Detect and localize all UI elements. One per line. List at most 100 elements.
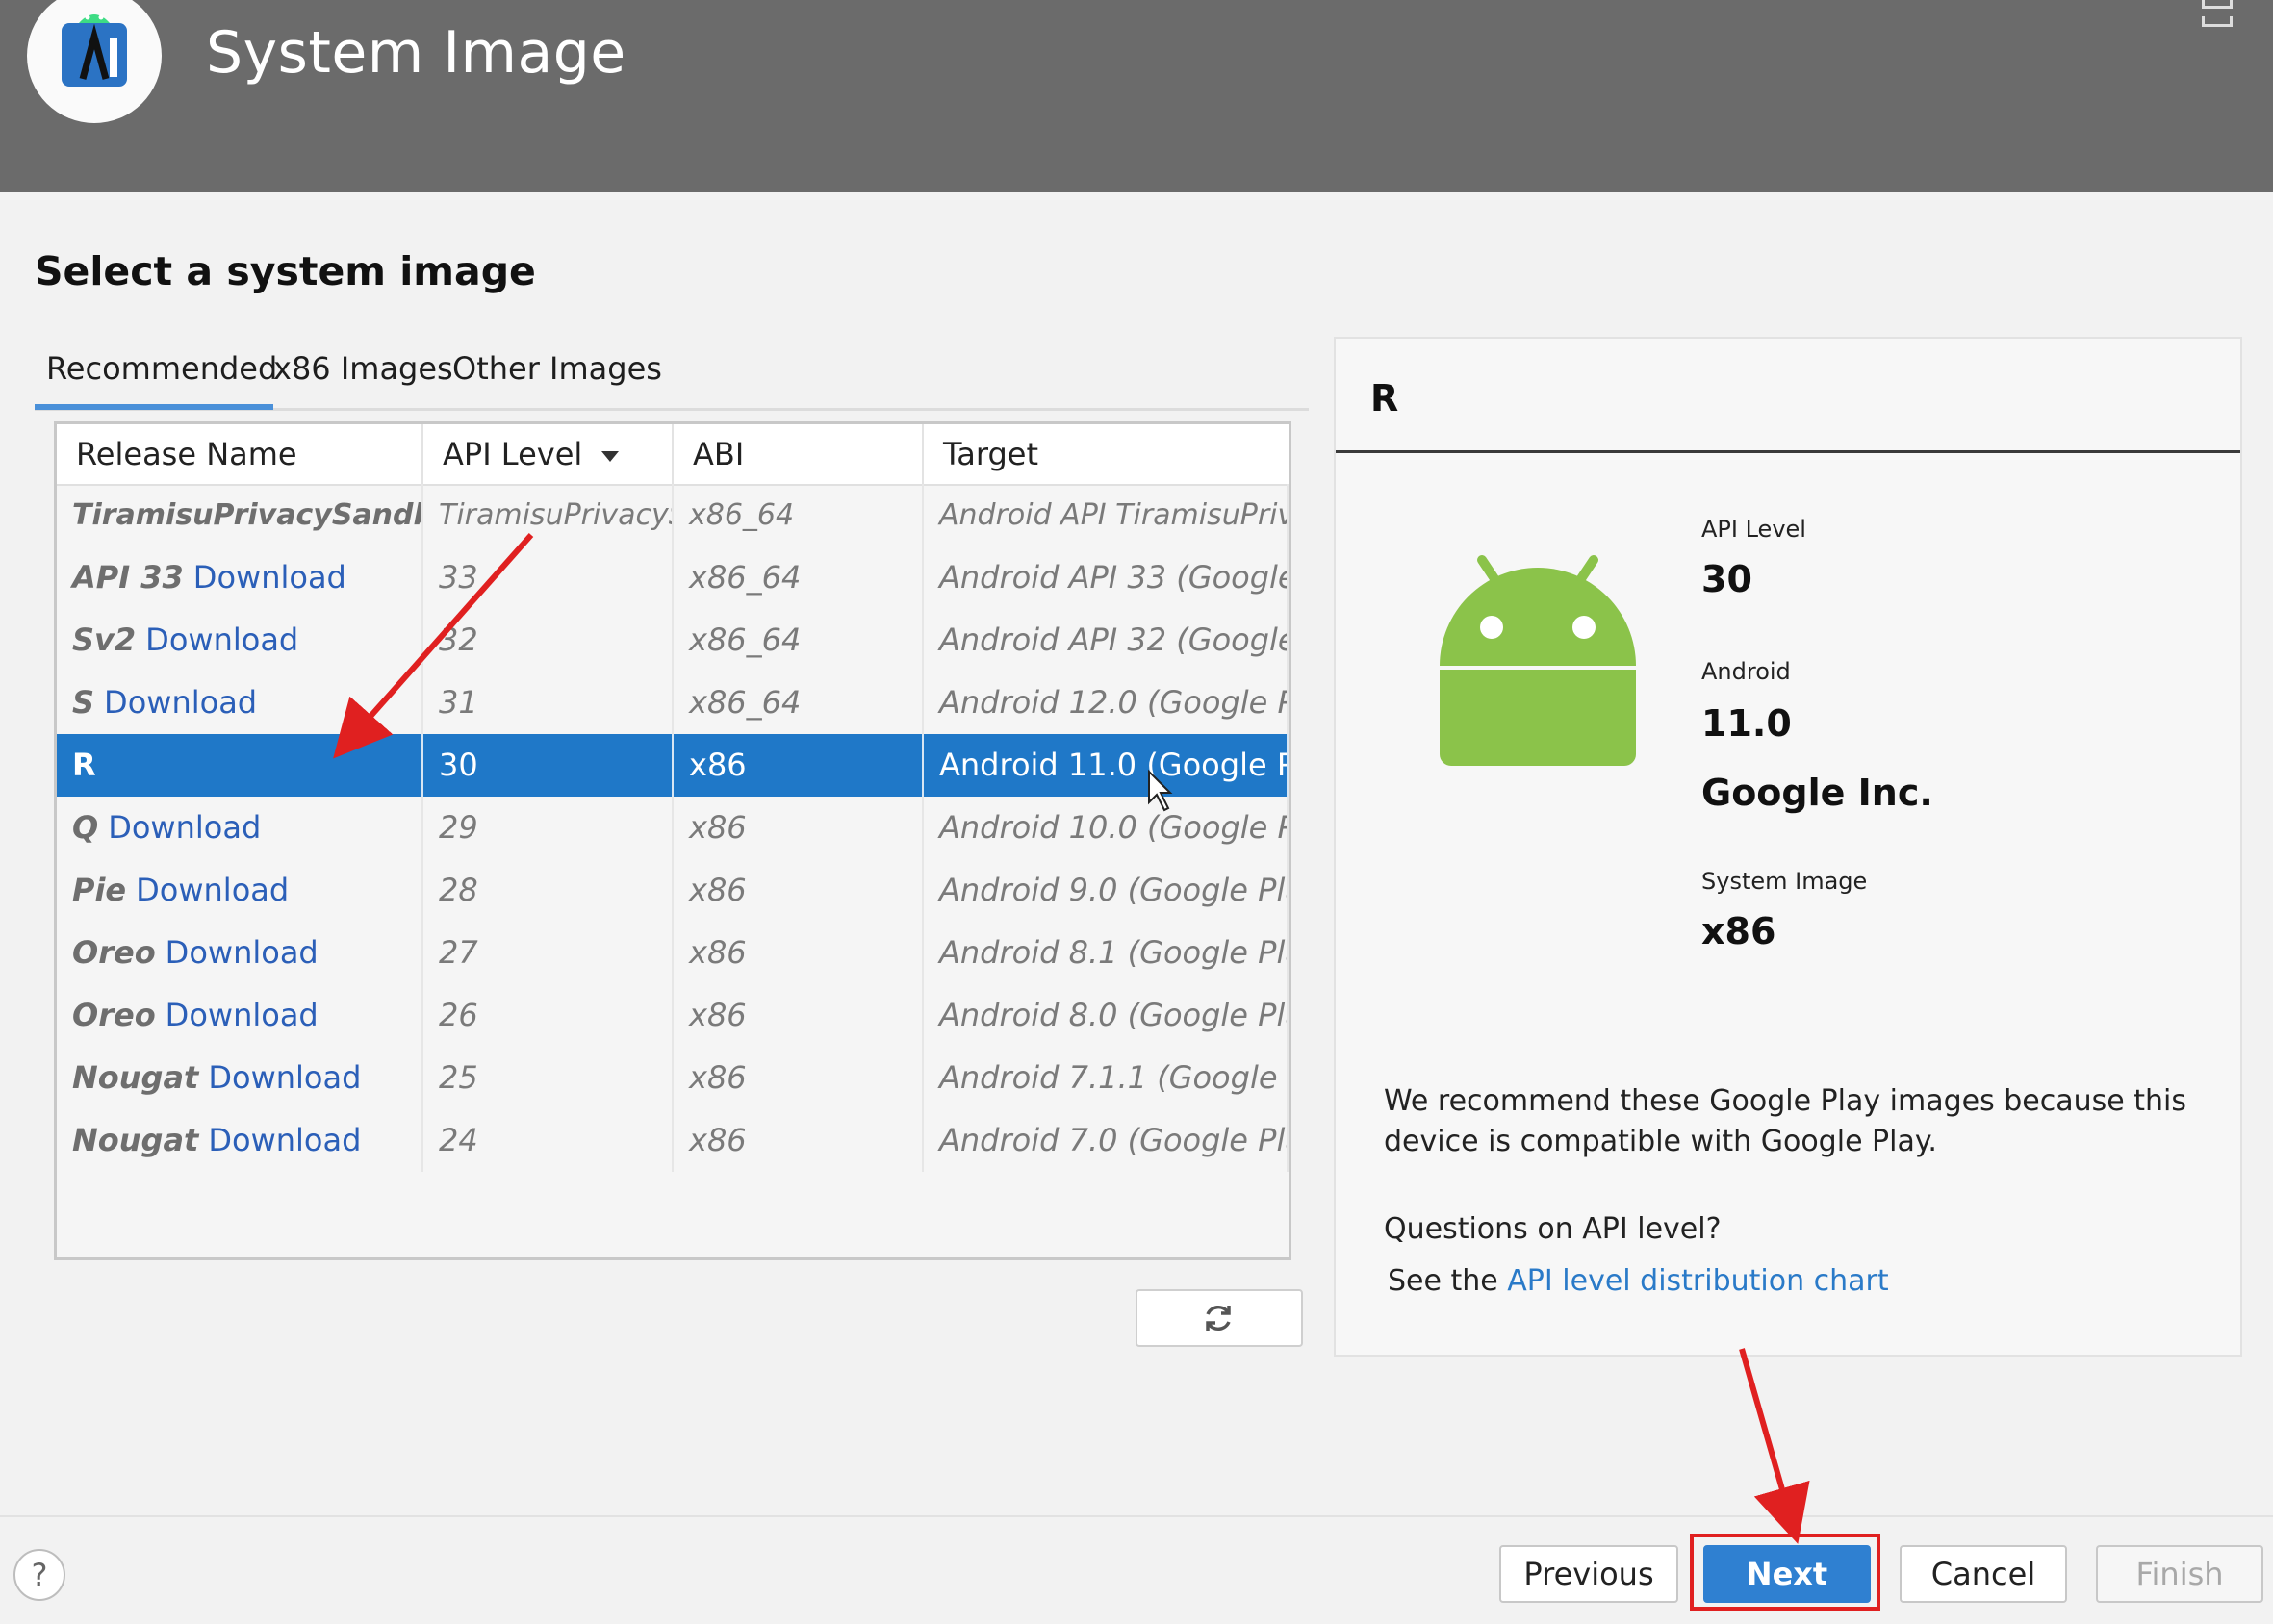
- download-link[interactable]: Download: [136, 872, 289, 908]
- abi-cell: x86: [674, 734, 924, 797]
- arrow-to-next-button: [1739, 1348, 1810, 1544]
- android-studio-logo: [27, 0, 162, 123]
- release-name: Nougat: [72, 1059, 199, 1096]
- tab-x86-images[interactable]: x86 Images: [273, 346, 453, 404]
- detail-panel: R API Level 30 Android 11.0 Google Inc. …: [1334, 337, 2242, 1357]
- footer-divider: [0, 1515, 2273, 1517]
- page-heading: Select a system image: [35, 248, 536, 294]
- api-level-cell: 30: [423, 734, 674, 797]
- download-link[interactable]: Download: [208, 1059, 361, 1096]
- android-robot-icon: [1440, 555, 1636, 766]
- target-cell: Android 10.0 (Google Play: [924, 797, 1289, 859]
- refresh-button[interactable]: [1136, 1289, 1303, 1347]
- release-name-cell: Pie Download: [57, 859, 423, 922]
- detail-title: R: [1370, 377, 1399, 419]
- target-cell: Android API 32 (Google P: [924, 609, 1289, 672]
- abi-cell: x86_64: [674, 484, 924, 546]
- api-question-text: Questions on API level?: [1384, 1212, 1722, 1246]
- api-level-cell: 33: [423, 546, 674, 609]
- api-level-cell: 31: [423, 672, 674, 734]
- table-row[interactable]: Oreo Download 27x86Android 8.1 (Google Pla…: [57, 922, 1289, 984]
- finish-button[interactable]: Finish: [2096, 1545, 2263, 1603]
- api-level-cell: 24: [423, 1109, 674, 1172]
- table-row[interactable]: SDownload 31x86_64Android 12.0 (Google Pl…: [57, 672, 1289, 734]
- api-level-cell: 26: [423, 984, 674, 1047]
- system-image-value: x86: [1701, 910, 1776, 952]
- next-button[interactable]: Next: [1703, 1545, 1871, 1603]
- release-name: Oreo: [72, 997, 156, 1033]
- column-abi[interactable]: ABI: [674, 424, 924, 484]
- abi-cell: x86: [674, 1109, 924, 1172]
- previous-button[interactable]: Previous: [1499, 1545, 1678, 1603]
- help-button[interactable]: ?: [13, 1549, 65, 1601]
- target-cell: Android 8.0 (Google Play): [924, 984, 1289, 1047]
- cancel-button[interactable]: Cancel: [1900, 1545, 2067, 1603]
- target-cell: Android API TiramisuPriva: [924, 484, 1289, 546]
- android-version-value: 11.0: [1701, 702, 1792, 745]
- abi-cell: x86_64: [674, 609, 924, 672]
- table-row[interactable]: PieDownload28x86Android 9.0 (Google Play…: [57, 859, 1289, 922]
- table-row[interactable]: TiramisuPrivacySandboxTiramisuPrivacySax…: [57, 484, 1289, 546]
- release-name-cell: API 33 Download: [57, 546, 423, 609]
- release-name-cell: Nougat Download: [57, 1109, 423, 1172]
- detail-divider: [1336, 450, 2240, 453]
- table-row[interactable]: Nougat Download 25 x86 Android 7.1.1 (Google…: [57, 1047, 1289, 1109]
- abi-cell: x86: [674, 984, 924, 1047]
- column-api-level[interactable]: API Level: [423, 424, 674, 484]
- release-name-cell: Q Download: [57, 797, 423, 859]
- release-name: Pie: [72, 872, 127, 908]
- release-name-cell: Sv2 Download: [57, 609, 423, 672]
- window-controls[interactable]: [2202, 0, 2269, 27]
- column-release-name[interactable]: Release Name: [57, 424, 423, 484]
- release-name: Q: [72, 809, 99, 846]
- abi-cell: x86: [674, 797, 924, 859]
- tab-recommended[interactable]: Recommended: [35, 346, 277, 410]
- release-name: S: [72, 684, 95, 721]
- tab-other-images[interactable]: Other Images: [452, 346, 662, 404]
- download-link[interactable]: Download: [104, 684, 257, 721]
- target-cell: Android 9.0 (Google Play): [924, 859, 1289, 922]
- system-image-label: System Image: [1701, 868, 1868, 895]
- table-row[interactable]: QDownload29x86Android 10.0 (Google Play: [57, 797, 1289, 859]
- api-level-cell: 32: [423, 609, 674, 672]
- table-row[interactable]: API 33 Download 33 x86_64 Android API 33 (Go…: [57, 546, 1289, 609]
- table-row[interactable]: Oreo Download 26x86Android 8.0 (Google Pla…: [57, 984, 1289, 1047]
- api-level-cell: 29: [423, 797, 674, 859]
- api-level-value: 30: [1701, 558, 1752, 600]
- target-cell: Android 7.0 (Google Play): [924, 1109, 1289, 1172]
- download-link[interactable]: Download: [193, 559, 346, 596]
- column-target[interactable]: Target: [924, 424, 1289, 484]
- release-name: Sv2: [72, 622, 137, 658]
- table-row[interactable]: R 30x86Android 11.0 (Google Play: [57, 734, 1289, 797]
- wizard-header: System Image: [0, 0, 2273, 192]
- download-link[interactable]: Download: [166, 934, 319, 971]
- target-cell: Android 8.1 (Google Play): [924, 922, 1289, 984]
- api-level-cell: 25: [423, 1047, 674, 1109]
- release-name-cell: Oreo Download: [57, 984, 423, 1047]
- see-chart-line: See the API level distribution chart: [1388, 1264, 1889, 1298]
- api-distribution-chart-link[interactable]: API level distribution chart: [1507, 1264, 1888, 1298]
- target-cell: Android 12.0 (Google Play: [924, 672, 1289, 734]
- download-link[interactable]: Download: [145, 622, 298, 658]
- table-row[interactable]: Sv2 Download 32 x86_64 Android API 32 (Googl…: [57, 609, 1289, 672]
- download-link[interactable]: Download: [108, 809, 261, 846]
- table-header: Release Name API Level ABI Target: [57, 424, 1289, 486]
- system-image-table: Release Name API Level ABI Target Tirami…: [54, 421, 1291, 1260]
- api-level-cell: TiramisuPrivacySa: [423, 484, 674, 546]
- release-name-cell: Nougat Download: [57, 1047, 423, 1109]
- column-api-level-label: API Level: [443, 436, 583, 472]
- release-name: R: [72, 747, 96, 783]
- download-link[interactable]: Download: [166, 997, 319, 1033]
- abi-cell: x86_64: [674, 672, 924, 734]
- refresh-icon: [1206, 1305, 1231, 1332]
- vendor-value: Google Inc.: [1701, 772, 1933, 814]
- see-prefix: See the: [1388, 1264, 1498, 1298]
- release-name-cell: Oreo Download: [57, 922, 423, 984]
- target-cell: Android 11.0 (Google Play: [924, 734, 1289, 797]
- release-name: TiramisuPrivacySandbox: [72, 498, 421, 532]
- image-tabs: Recommended x86 Images Other Images: [35, 346, 1309, 411]
- download-link[interactable]: Download: [208, 1122, 361, 1158]
- table-row[interactable]: Nougat Download 24 x86 Android 7.0 (Google P…: [57, 1109, 1289, 1172]
- abi-cell: x86: [674, 859, 924, 922]
- release-name-cell: TiramisuPrivacySandbox: [57, 484, 423, 546]
